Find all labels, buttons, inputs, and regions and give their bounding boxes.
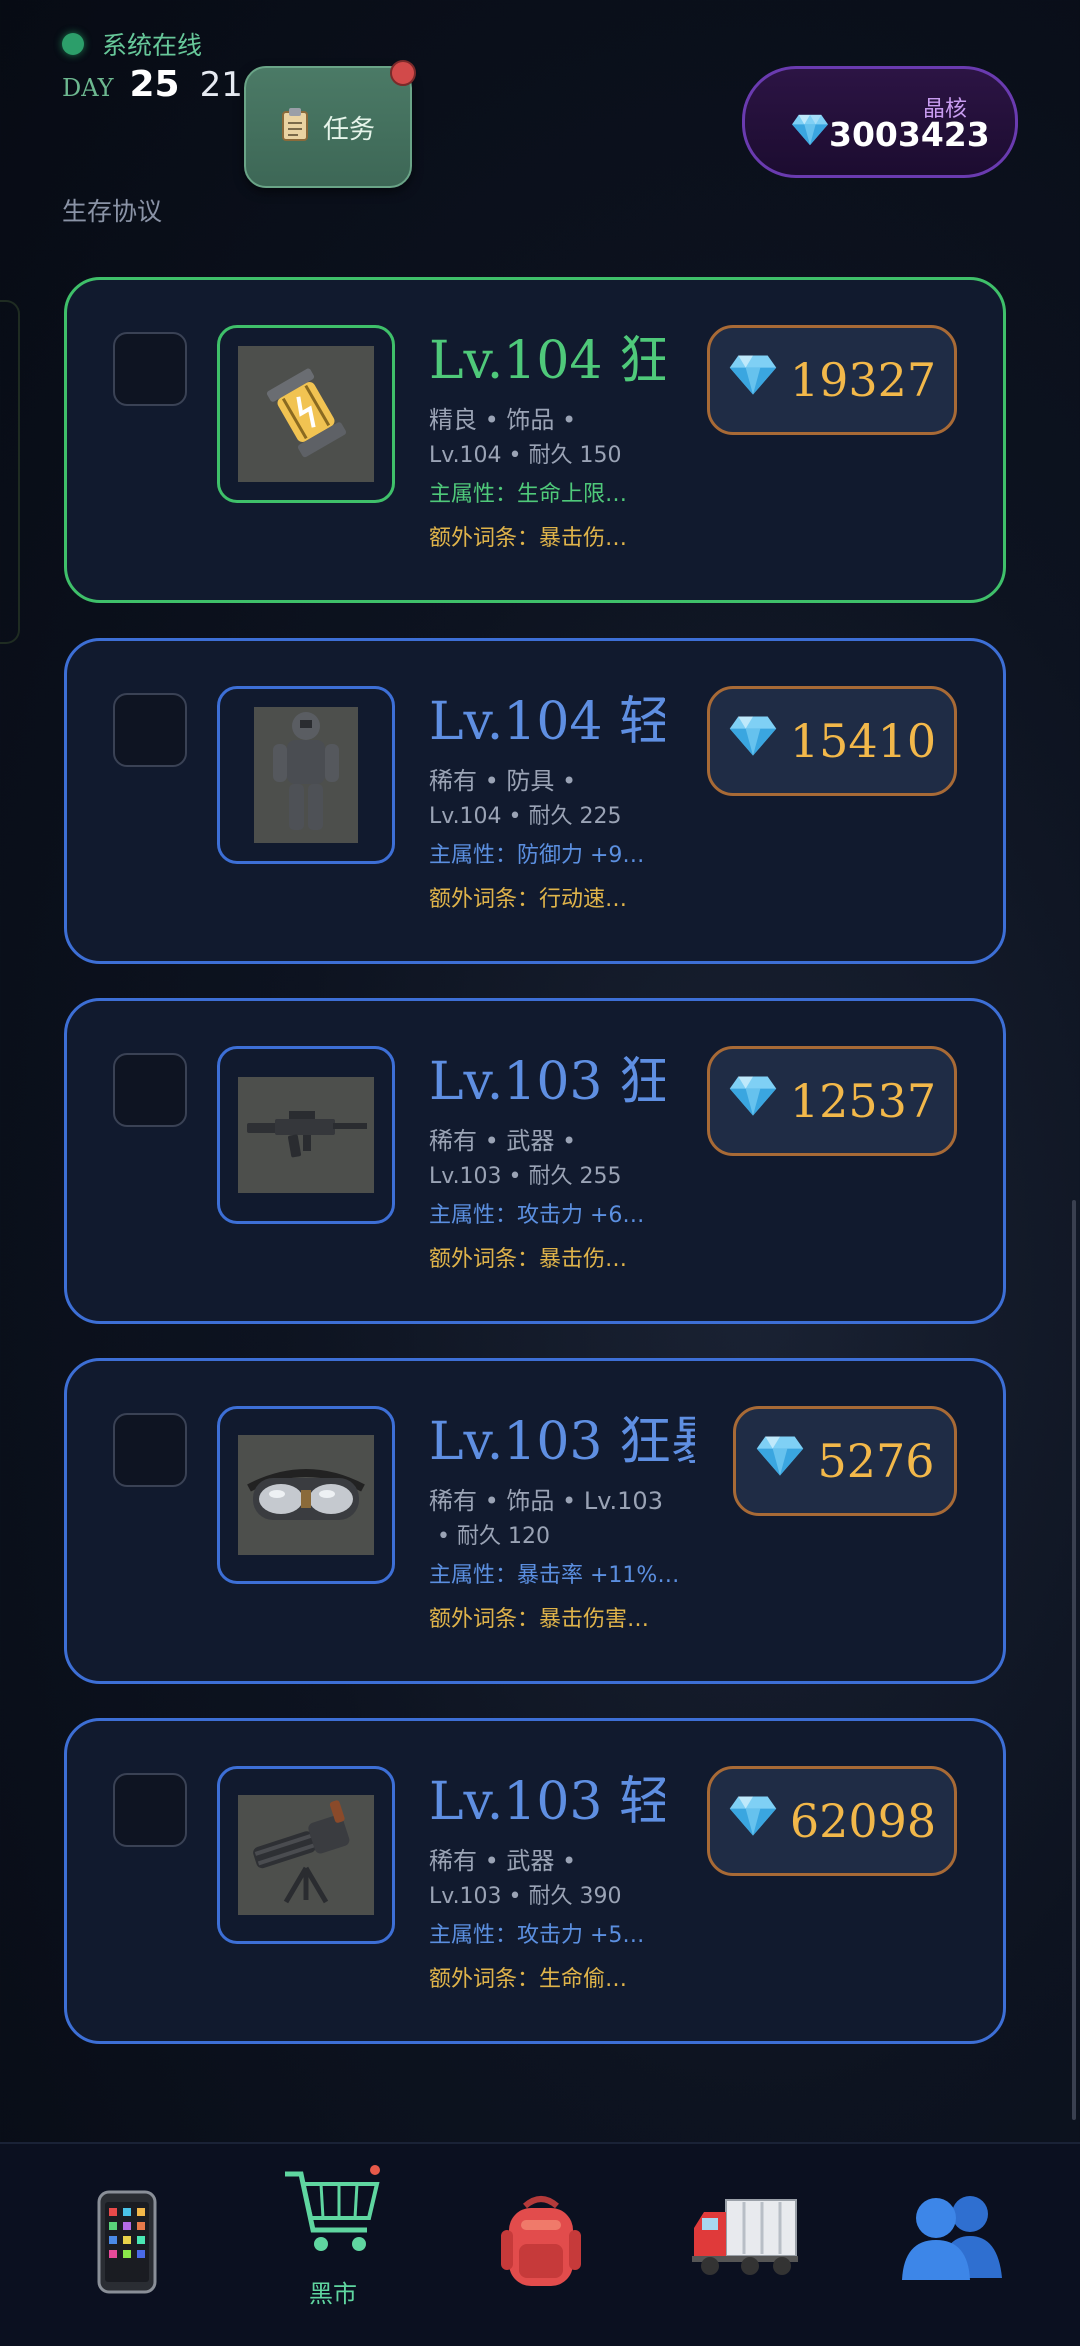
price-value: 12537 [789, 1074, 937, 1128]
item-thumbnail [217, 1766, 395, 1944]
item-meta-line2: Lv.103 • 耐久 390 [429, 1884, 622, 1909]
select-checkbox[interactable] [113, 332, 187, 406]
task-label: 任务 [322, 114, 375, 145]
extra-attribute: 额外词条：暴击伤… [429, 526, 628, 551]
item-meta: 稀有 • 饰品 • Lv.103 • 耐久 120 [429, 1483, 695, 1555]
diamond-icon [791, 113, 829, 155]
nav-truck[interactable] [680, 2190, 810, 2290]
day-counter: DAY 25 21 [62, 64, 243, 105]
item-card[interactable]: Lv.104 轻装 稀有 • 防具 • Lv.104 • 耐久 225 主属性：… [64, 638, 1006, 964]
price-value: 19327 [789, 353, 937, 407]
day-number: 25 [129, 64, 180, 105]
phone-icon [95, 2190, 159, 2298]
crystal-value-row: 3003423 [791, 113, 990, 155]
crystal-value: 3003423 [829, 114, 990, 154]
item-meta-line1: 稀有 • 武器 • [429, 1847, 577, 1875]
item-thumbnail [217, 1046, 395, 1224]
scrollbar[interactable] [1072, 1200, 1076, 2120]
minigun-icon [246, 1798, 366, 1912]
diamond-icon [728, 1074, 778, 1129]
diamond-icon [728, 1794, 778, 1849]
item-meta-line2: • 耐久 120 [437, 1524, 550, 1549]
select-checkbox[interactable] [113, 693, 187, 767]
select-checkbox[interactable] [113, 1773, 187, 1847]
day-label: DAY [62, 74, 114, 102]
diamond-icon [728, 353, 778, 408]
item-meta-line2: Lv.103 • 耐久 255 [429, 1164, 622, 1189]
nav-black-market[interactable]: 黑市 [268, 2164, 398, 2309]
diamond-icon [755, 1434, 805, 1489]
item-meta: 精良 • 饰品 • Lv.104 • 耐久 150 [429, 402, 675, 474]
select-checkbox[interactable] [113, 1053, 187, 1127]
armor-suit-icon [261, 708, 351, 842]
item-card[interactable]: Lv.103 轻装 稀有 • 武器 • Lv.103 • 耐久 390 主属性：… [64, 1718, 1006, 2044]
side-drawer-edge[interactable] [0, 300, 20, 644]
diamond-icon [728, 714, 778, 769]
item-card[interactable]: Lv.103 狂暴 稀有 • 武器 • Lv.103 • 耐久 255 主属性：… [64, 998, 1006, 1324]
item-meta-line1: 精良 • 饰品 • [429, 406, 577, 434]
item-thumbnail [217, 325, 395, 503]
nav-backpack[interactable] [476, 2190, 606, 2300]
item-meta-line1: 稀有 • 饰品 • Lv.103 [429, 1487, 663, 1515]
price-button[interactable]: 12537 [707, 1046, 957, 1156]
extra-attribute: 额外词条：行动速… [429, 887, 628, 912]
nav-team[interactable] [888, 2190, 1018, 2290]
item-meta: 稀有 • 防具 • Lv.104 • 耐久 225 [429, 763, 675, 835]
price-value: 15410 [789, 714, 937, 768]
item-title: Lv.104 轻装 [429, 692, 665, 752]
item-meta: 稀有 • 武器 • Lv.103 • 耐久 390 [429, 1843, 675, 1915]
nav-label-black-market: 黑市 [309, 2280, 357, 2308]
rifle-icon [241, 1103, 371, 1167]
item-meta-line2: Lv.104 • 耐久 225 [429, 804, 622, 829]
item-meta-line1: 稀有 • 防具 • [429, 767, 577, 795]
cart-icon [281, 2164, 385, 2268]
select-checkbox[interactable] [113, 1413, 187, 1487]
day-sub-value: 21 [199, 65, 243, 105]
crystal-balance[interactable]: 晶核 3003423 [742, 66, 1018, 178]
item-title: Lv.103 狂暴 [429, 1412, 695, 1472]
task-button[interactable]: 任务 [244, 60, 416, 188]
status-online-dot [62, 33, 84, 55]
item-title: Lv.104 狂暴 [429, 331, 665, 391]
item-title: Lv.103 狂暴 [429, 1052, 665, 1112]
price-button[interactable]: 15410 [707, 686, 957, 796]
truck-icon [690, 2190, 800, 2284]
item-card[interactable]: Lv.103 狂暴 稀有 • 饰品 • Lv.103 • 耐久 120 主属性：… [64, 1358, 1006, 1684]
price-button[interactable]: 5276 [733, 1406, 957, 1516]
item-meta: 稀有 • 武器 • Lv.103 • 耐久 255 [429, 1123, 675, 1195]
protocol-title: 生存协议 [62, 197, 163, 226]
extra-attribute: 额外词条：暴击伤害… [429, 1607, 650, 1632]
extra-attribute: 额外词条：暴击伤… [429, 1247, 628, 1272]
main-attribute: 主属性：攻击力 +6… [429, 1203, 645, 1228]
item-title: Lv.103 轻装 [429, 1772, 665, 1832]
goggles-icon [243, 1448, 369, 1542]
main-attribute: 主属性：生命上限… [429, 482, 628, 507]
nav-phone[interactable] [62, 2190, 192, 2304]
clipboard-icon [281, 107, 309, 148]
price-value: 62098 [789, 1794, 937, 1848]
main-attribute: 主属性：防御力 +9… [429, 843, 645, 868]
backpack-icon [491, 2190, 591, 2294]
item-thumbnail [217, 686, 395, 864]
system-status: 系统在线 [62, 26, 202, 62]
price-value: 5276 [817, 1434, 935, 1488]
item-thumbnail [217, 1406, 395, 1584]
notification-dot [390, 60, 416, 86]
extra-attribute: 额外词条：生命偷… [429, 1967, 628, 1992]
item-card[interactable]: Lv.104 狂暴 精良 • 饰品 • Lv.104 • 耐久 150 主属性：… [64, 277, 1006, 603]
bottom-nav: 黑市 [0, 2142, 1080, 2346]
item-meta-line1: 稀有 • 武器 • [429, 1127, 577, 1155]
people-icon [898, 2190, 1008, 2284]
main-attribute: 主属性：攻击力 +5… [429, 1923, 645, 1948]
price-button[interactable]: 62098 [707, 1766, 957, 1876]
main-attribute: 主属性：暴击率 +11%… [429, 1563, 680, 1588]
lantern-icon [251, 357, 361, 471]
item-meta-line2: Lv.104 • 耐久 150 [429, 443, 622, 468]
status-text: 系统在线 [102, 31, 203, 60]
price-button[interactable]: 19327 [707, 325, 957, 435]
